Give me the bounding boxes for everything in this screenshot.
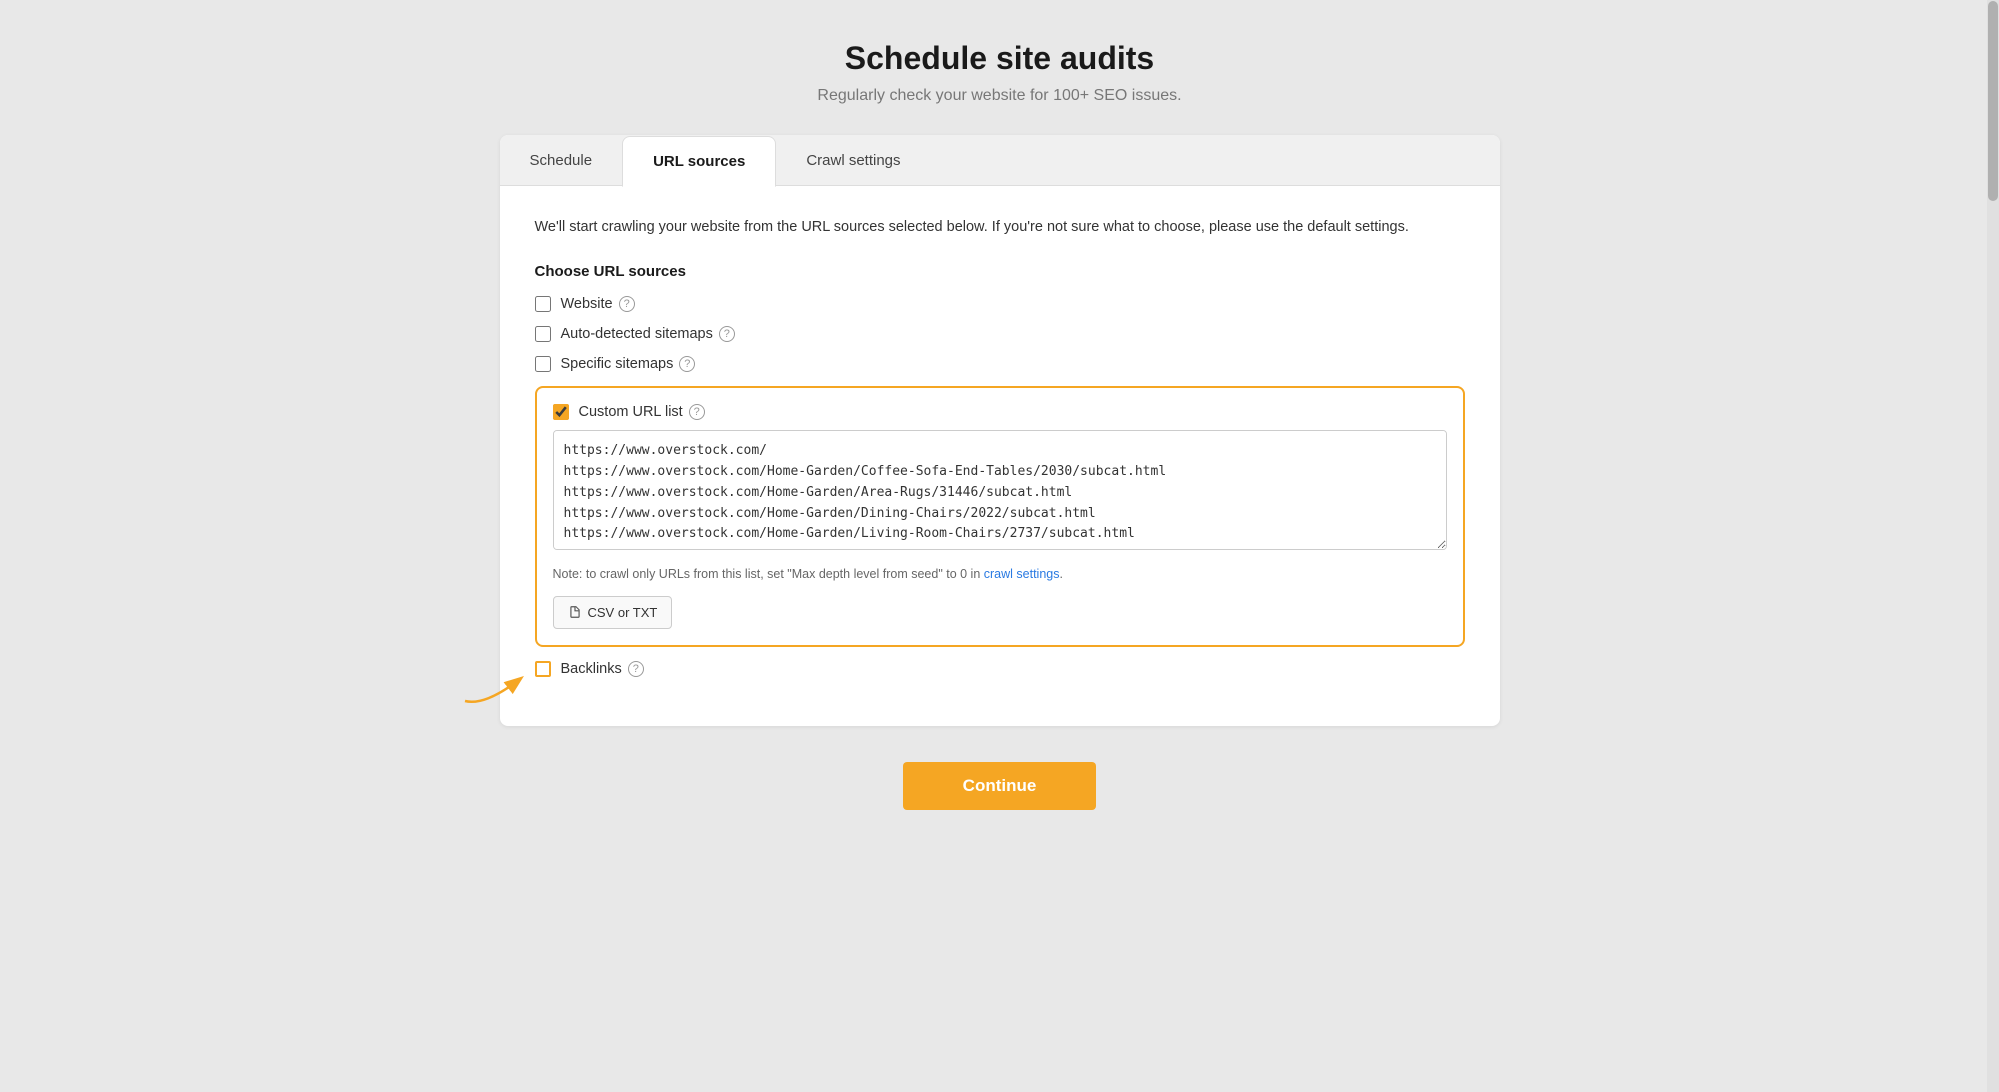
backlinks-label: Backlinks xyxy=(561,661,622,677)
csv-btn[interactable]: CSV or TXT xyxy=(553,596,673,629)
page-title: Schedule site audits xyxy=(845,40,1154,77)
url-textarea[interactable]: https://www.overstock.com/ https://www.o… xyxy=(553,430,1447,550)
auto-sitemaps-help-icon[interactable]: ? xyxy=(719,326,735,342)
checkbox-specific-sitemaps: Specific sitemaps ? xyxy=(535,356,1465,372)
auto-sitemaps-label: Auto-detected sitemaps xyxy=(561,326,713,342)
auto-sitemaps-checkbox[interactable] xyxy=(535,326,551,342)
website-checkbox[interactable] xyxy=(535,296,551,312)
custom-url-header: Custom URL list ? xyxy=(553,404,1447,420)
specific-sitemaps-checkbox[interactable] xyxy=(535,356,551,372)
backlinks-help-icon[interactable]: ? xyxy=(628,661,644,677)
page-subtitle: Regularly check your website for 100+ SE… xyxy=(817,87,1181,105)
section-title: Choose URL sources xyxy=(535,263,1465,280)
tab-crawl-settings[interactable]: Crawl settings xyxy=(776,135,930,185)
note-text: Note: to crawl only URLs from this list,… xyxy=(553,565,1447,584)
tab-schedule[interactable]: Schedule xyxy=(500,135,623,185)
website-help-icon[interactable]: ? xyxy=(619,296,635,312)
tab-url-sources[interactable]: URL sources xyxy=(622,136,776,187)
crawl-settings-link[interactable]: crawl settings xyxy=(984,567,1060,581)
continue-btn-wrapper: Continue xyxy=(903,762,1097,810)
annotation-arrow xyxy=(455,651,535,711)
specific-sitemaps-help-icon[interactable]: ? xyxy=(679,356,695,372)
custom-url-checkbox[interactable] xyxy=(553,404,569,420)
checkbox-website: Website ? xyxy=(535,296,1465,312)
checkbox-auto-sitemaps: Auto-detected sitemaps ? xyxy=(535,326,1465,342)
tab-bar: Schedule URL sources Crawl settings xyxy=(500,135,1500,186)
description-text: We'll start crawling your website from t… xyxy=(535,216,1465,239)
page-scrollbar[interactable] xyxy=(1987,0,1999,1092)
backlinks-row: Backlinks ? xyxy=(535,661,1465,677)
backlinks-checkbox[interactable] xyxy=(535,661,551,677)
custom-url-box: Custom URL list ? https://www.overstock.… xyxy=(535,386,1465,647)
main-card: Schedule URL sources Crawl settings We'l… xyxy=(500,135,1500,726)
card-body: We'll start crawling your website from t… xyxy=(500,186,1500,726)
specific-sitemaps-label: Specific sitemaps xyxy=(561,356,674,372)
scrollbar-thumb xyxy=(1988,1,1998,201)
continue-button[interactable]: Continue xyxy=(903,762,1097,810)
custom-url-label: Custom URL list ? xyxy=(579,404,705,420)
csv-icon xyxy=(568,605,582,619)
arrow-annotation xyxy=(455,651,535,715)
custom-url-help-icon[interactable]: ? xyxy=(689,404,705,420)
website-label: Website xyxy=(561,296,613,312)
